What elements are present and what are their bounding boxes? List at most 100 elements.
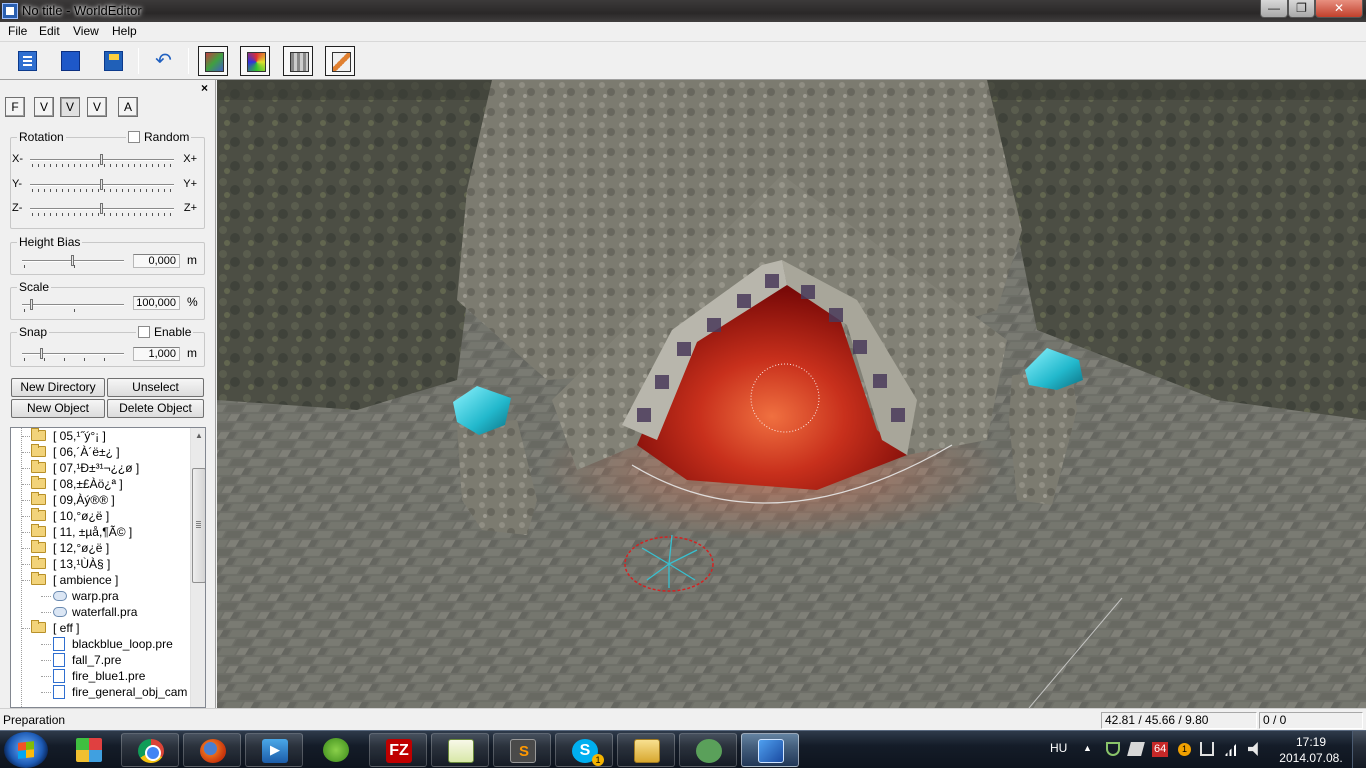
mode-tab-v2[interactable]: V	[60, 97, 80, 117]
tray-expand-button[interactable]: ▲	[1083, 743, 1092, 768]
menu-view[interactable]: View	[71, 24, 101, 38]
maximize-button[interactable]: ❐	[1288, 0, 1315, 18]
y-plus-label: Y+	[183, 178, 197, 190]
object-mode-button[interactable]	[198, 46, 228, 76]
taskbar-frog-app[interactable]	[307, 733, 365, 767]
taskbar-world-editor[interactable]	[741, 733, 799, 767]
attribute-mode-button[interactable]	[283, 46, 313, 76]
taskbar-chrome[interactable]	[121, 733, 179, 767]
tree-folder-item[interactable]: [ 10,°ø¿ë ]	[11, 508, 190, 524]
tree-folder-item[interactable]: [ 13,¹ÙÀ§ ]	[11, 556, 190, 572]
height-bias-value[interactable]: 0,000	[133, 254, 180, 268]
taskbar-notepad-plus[interactable]	[431, 733, 489, 767]
rotation-label: Rotation	[17, 130, 66, 144]
tree-folder-item[interactable]: [ 09,Àý®® ]	[11, 492, 190, 508]
snap-value[interactable]: 1,000	[133, 347, 180, 361]
minimize-button[interactable]: —	[1260, 0, 1288, 18]
menu-file[interactable]: File	[6, 24, 29, 38]
taskbar-skype[interactable]: S 1	[555, 733, 613, 767]
taskbar-file-explorer[interactable]	[617, 733, 675, 767]
taskbar-tortoise[interactable]	[679, 733, 737, 767]
tree-folder-item[interactable]: [ 12,°ø¿ë ]	[11, 540, 190, 556]
menu-edit[interactable]: Edit	[37, 24, 62, 38]
scale-slider[interactable]	[20, 297, 130, 313]
toolbar-separator	[188, 48, 189, 74]
slider-thumb[interactable]	[100, 179, 103, 190]
tree-scrollbar[interactable]: ▲	[190, 428, 205, 707]
tree-item-label: [ 07,¹Ð±³¹¬¿¿ø ]	[53, 461, 140, 475]
tree-folder-item[interactable]: [ 11, ±µå,¶Ã© ]	[11, 524, 190, 540]
close-button[interactable]: ✕	[1315, 0, 1363, 18]
height-bias-slider[interactable]	[20, 253, 130, 269]
delete-object-button[interactable]: Delete Object	[107, 399, 204, 418]
rotation-y-slider[interactable]: Y- Y+	[12, 177, 197, 193]
tree-connector	[41, 612, 51, 613]
random-checkbox[interactable]: Random	[126, 130, 192, 144]
slider-thumb[interactable]	[100, 203, 103, 214]
undo-button[interactable]: ↶	[148, 46, 178, 76]
mode-tab-v1[interactable]: V	[34, 97, 54, 117]
slider-thumb[interactable]	[30, 299, 34, 310]
snap-unit: m	[187, 346, 197, 360]
save-file-button[interactable]	[98, 46, 128, 76]
mode-tab-a[interactable]: A	[118, 97, 138, 117]
texture-mode-button[interactable]	[240, 46, 270, 76]
unselect-button[interactable]: Unselect	[107, 378, 204, 397]
device-icon[interactable]	[1200, 742, 1214, 756]
security-shield-icon[interactable]	[1106, 742, 1120, 756]
tree-file-item[interactable]: blackblue_loop.pre	[11, 636, 190, 652]
3d-viewport[interactable]	[217, 80, 1366, 708]
tree-file-item[interactable]: fire_blue1.pre	[11, 668, 190, 684]
network-signal-icon[interactable]	[1224, 742, 1238, 756]
tree-file-item[interactable]: fall_7.pre	[11, 652, 190, 668]
flag-icon[interactable]	[1127, 742, 1145, 756]
rotation-z-slider[interactable]: Z- Z+	[12, 201, 197, 217]
tree-file-item[interactable]: warp.pra	[11, 588, 190, 604]
random-checkbox-box[interactable]	[128, 131, 140, 143]
volume-icon[interactable]	[1248, 742, 1258, 756]
slider-thumb[interactable]	[40, 348, 44, 359]
taskbar-sublime-text[interactable]	[493, 733, 551, 767]
new-directory-button[interactable]: New Directory	[11, 378, 105, 397]
scroll-up-button[interactable]: ▲	[191, 428, 205, 444]
tray-badge-64[interactable]: 64	[1152, 742, 1169, 757]
taskbar-metro-apps[interactable]	[60, 733, 118, 767]
slider-thumb[interactable]	[71, 255, 74, 266]
undo-icon: ↶	[155, 50, 172, 72]
tree-folder-item[interactable]: [ 07,¹Ð±³¹¬¿¿ø ]	[11, 460, 190, 476]
rotation-x-slider[interactable]: X- X+	[12, 152, 197, 168]
scale-value[interactable]: 100,000	[133, 296, 180, 310]
tree-file-item[interactable]: fire_general_obj_cam	[11, 684, 190, 700]
taskbar-media-player[interactable]	[245, 733, 303, 767]
snap-slider[interactable]	[20, 346, 130, 362]
mode-tab-f[interactable]: F	[5, 97, 25, 117]
panel-close-button[interactable]: ×	[201, 81, 208, 95]
slider-thumb[interactable]	[100, 154, 103, 165]
tree-connector	[22, 484, 30, 485]
menu-help[interactable]: Help	[110, 24, 139, 38]
tree-folder-item[interactable]: [ ambience ]	[11, 572, 190, 588]
tree-folder-item[interactable]: [ 05,¹˝ý°¡ ]	[11, 428, 190, 444]
new-object-button[interactable]: New Object	[11, 399, 105, 418]
taskbar-filezilla[interactable]: FZ	[369, 733, 427, 767]
snap-enable-checkbox[interactable]: Enable	[136, 325, 194, 339]
start-button[interactable]	[4, 732, 48, 768]
open-file-button[interactable]	[55, 46, 85, 76]
skype-badge: 1	[592, 754, 604, 766]
new-file-button[interactable]	[12, 46, 42, 76]
edit-mode-button[interactable]	[325, 46, 355, 76]
show-desktop-button[interactable]	[1352, 731, 1366, 768]
language-indicator[interactable]: HU	[1050, 741, 1067, 768]
tree-folder-item[interactable]: [ 08,±£Àö¿ª ]	[11, 476, 190, 492]
mode-tab-v3[interactable]: V	[87, 97, 107, 117]
tree-file-item[interactable]: waterfall.pra	[11, 604, 190, 620]
clock[interactable]: 17:19 2014.07.08.	[1278, 734, 1344, 766]
tree-folder-item[interactable]: [ eff ]	[11, 620, 190, 636]
tree-folder-item[interactable]: [ 06,´À´ë±¿ ]	[11, 444, 190, 460]
object-tree[interactable]: [ 05,¹˝ý°¡ ] [ 06,´À´ë±¿ ] [ 07,¹Ð±³¹¬¿¿ø …	[10, 427, 206, 708]
world-editor-app-icon[interactable]	[2, 3, 18, 19]
taskbar-firefox[interactable]	[183, 733, 241, 767]
tray-alert-badge[interactable]: 1	[1178, 743, 1191, 756]
tree-connector	[41, 660, 51, 661]
snap-enable-box[interactable]	[138, 326, 150, 338]
